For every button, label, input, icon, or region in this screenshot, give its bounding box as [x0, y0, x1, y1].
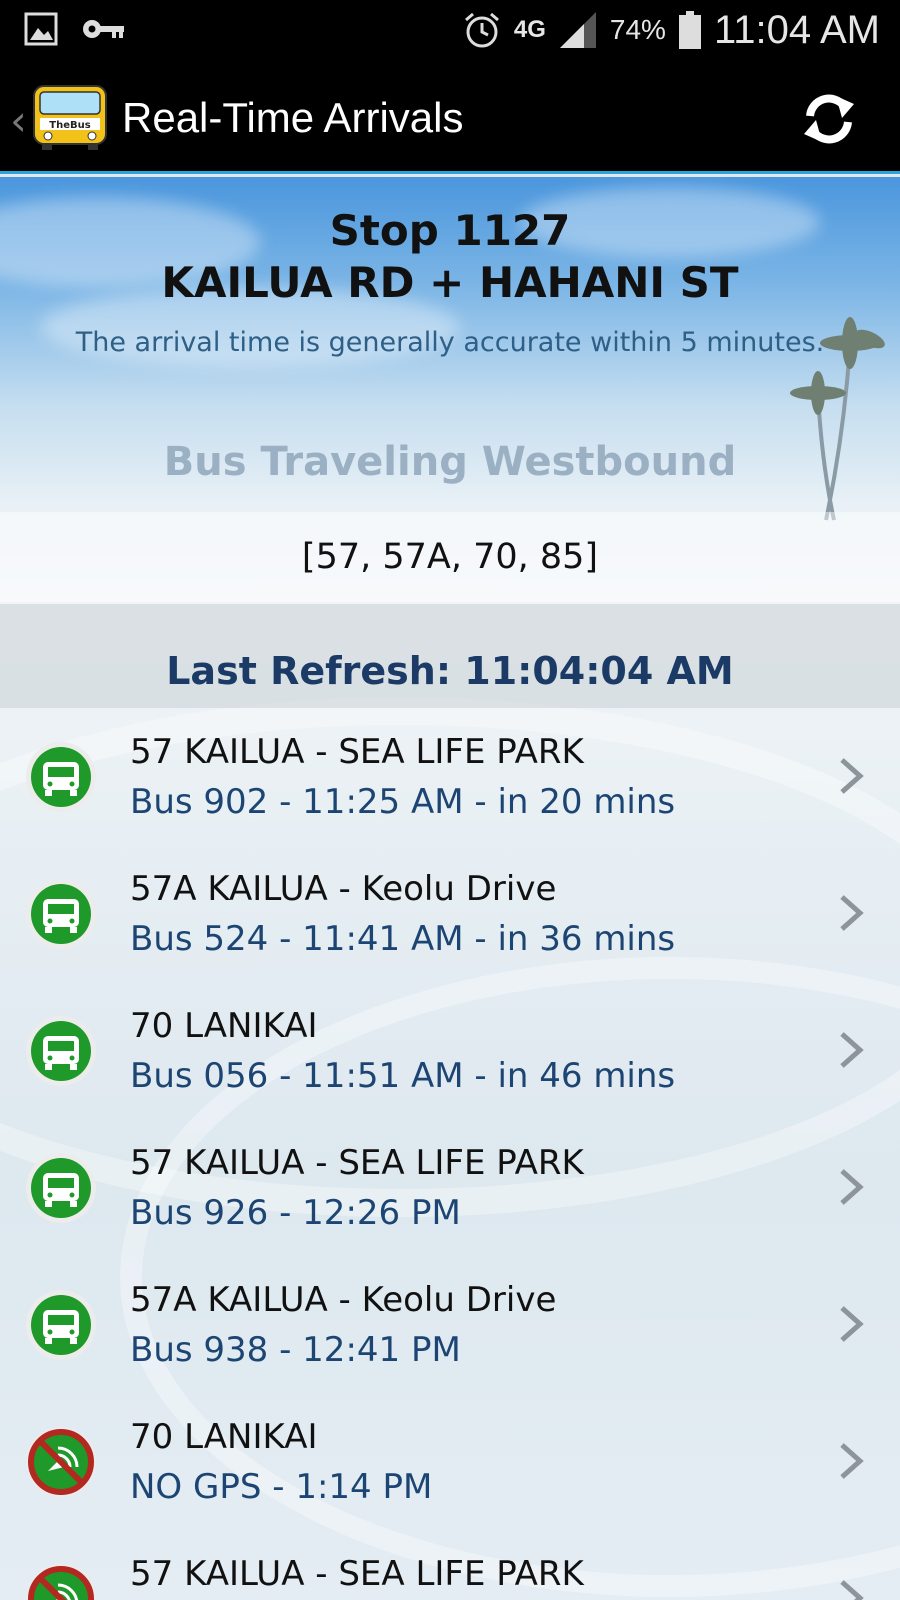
- status-bar-left: [24, 12, 126, 46]
- chevron-right-icon[interactable]: [836, 1167, 866, 1207]
- accuracy-note: The arrival time is generally accurate w…: [75, 327, 825, 358]
- arrival-list: 57 KAILUA - SEA LIFE PARK Bus 902 - 11:25…: [0, 710, 900, 1600]
- gallery-icon: [24, 12, 58, 46]
- arrival-row[interactable]: 57 KAILUA - SEA LIFE PARK: [0, 1532, 900, 1600]
- key-icon: [83, 20, 124, 38]
- arrival-detail: Bus 938 - 12:41 PM: [130, 1330, 461, 1370]
- action-bar: ‹ TheBus Real-Time Arrivals: [0, 60, 900, 174]
- network-4g-icon: 4G: [513, 16, 546, 43]
- stop-number: Stop 1127: [329, 206, 571, 255]
- refresh-icon[interactable]: [798, 88, 860, 150]
- arrival-route: 57 KAILUA - SEA LIFE PARK: [130, 1143, 584, 1183]
- chevron-right-icon[interactable]: [836, 1030, 866, 1070]
- stop-header: Stop 1127 KAILUA RD + HAHANI ST: [0, 205, 900, 309]
- svg-text:TheBus: TheBus: [49, 120, 90, 131]
- arrival-route: 57A KAILUA - Keolu Drive: [130, 1280, 557, 1320]
- status-bar-right: 4G 74% 11:04 AM: [462, 6, 880, 54]
- arrival-detail: Bus 056 - 11:51 AM - in 46 mins: [130, 1056, 676, 1096]
- alarm-icon: [464, 12, 499, 48]
- status-bar: 4G 74% 11:04 AM: [0, 0, 900, 60]
- chevron-right-icon[interactable]: [836, 756, 866, 796]
- content-area[interactable]: Stop 1127 KAILUA RD + HAHANI ST The arri…: [0, 177, 900, 1600]
- bus-logo-icon[interactable]: TheBus: [30, 82, 110, 152]
- bus-gps-icon: [26, 1290, 96, 1360]
- bus-gps-icon: [26, 1016, 96, 1086]
- chevron-right-icon[interactable]: [836, 1441, 866, 1481]
- app-title: Real-Time Arrivals: [122, 94, 464, 141]
- arrival-route: 70 LANIKAI: [130, 1006, 318, 1046]
- status-time: 11:04 AM: [713, 7, 880, 52]
- no-gps-icon: [26, 1564, 96, 1600]
- arrival-row[interactable]: 70 LANIKAI Bus 056 - 11:51 AM - in 46 min…: [0, 984, 900, 1121]
- arrival-row[interactable]: 57 KAILUA - SEA LIFE PARK Bus 902 - 11:25…: [0, 710, 900, 847]
- arrival-row[interactable]: 57A KAILUA - Keolu Drive Bus 938 - 12:41 …: [0, 1258, 900, 1395]
- arrival-detail: Bus 926 - 12:26 PM: [130, 1193, 461, 1233]
- no-gps-icon: [26, 1427, 96, 1497]
- bus-gps-icon: [26, 1153, 96, 1223]
- last-refresh: Last Refresh: 11:04:04 AM: [0, 604, 900, 708]
- routes-list: [57, 57A, 70, 85]: [0, 512, 900, 602]
- battery-icon: [678, 11, 701, 49]
- signal-icon: [559, 12, 596, 48]
- arrival-detail: NO GPS - 1:14 PM: [130, 1467, 433, 1507]
- arrival-route: 57 KAILUA - SEA LIFE PARK: [130, 1554, 584, 1594]
- arrival-route: 70 LANIKAI: [130, 1417, 318, 1457]
- chevron-right-icon[interactable]: [836, 893, 866, 933]
- stop-name: KAILUA RD + HAHANI ST: [161, 258, 739, 307]
- arrival-row[interactable]: 70 LANIKAI NO GPS - 1:14 PM: [0, 1395, 900, 1532]
- bus-gps-icon: [26, 742, 96, 812]
- direction-heading: Bus Traveling Westbound: [163, 439, 737, 485]
- arrival-row[interactable]: 57 KAILUA - SEA LIFE PARK Bus 926 - 12:26…: [0, 1121, 900, 1258]
- arrival-route: 57A KAILUA - Keolu Drive: [130, 869, 557, 909]
- battery-percent: 74%: [609, 14, 666, 45]
- arrival-row[interactable]: 57A KAILUA - Keolu Drive Bus 524 - 11:41 …: [0, 847, 900, 984]
- back-chevron-icon[interactable]: ‹: [10, 96, 27, 145]
- chevron-right-icon[interactable]: [836, 1304, 866, 1344]
- arrival-detail: Bus 902 - 11:25 AM - in 20 mins: [130, 782, 676, 822]
- arrival-route: 57 KAILUA - SEA LIFE PARK: [130, 732, 584, 772]
- arrival-detail: Bus 524 - 11:41 AM - in 36 mins: [130, 919, 676, 959]
- chevron-right-icon[interactable]: [836, 1578, 866, 1600]
- bus-gps-icon: [26, 879, 96, 949]
